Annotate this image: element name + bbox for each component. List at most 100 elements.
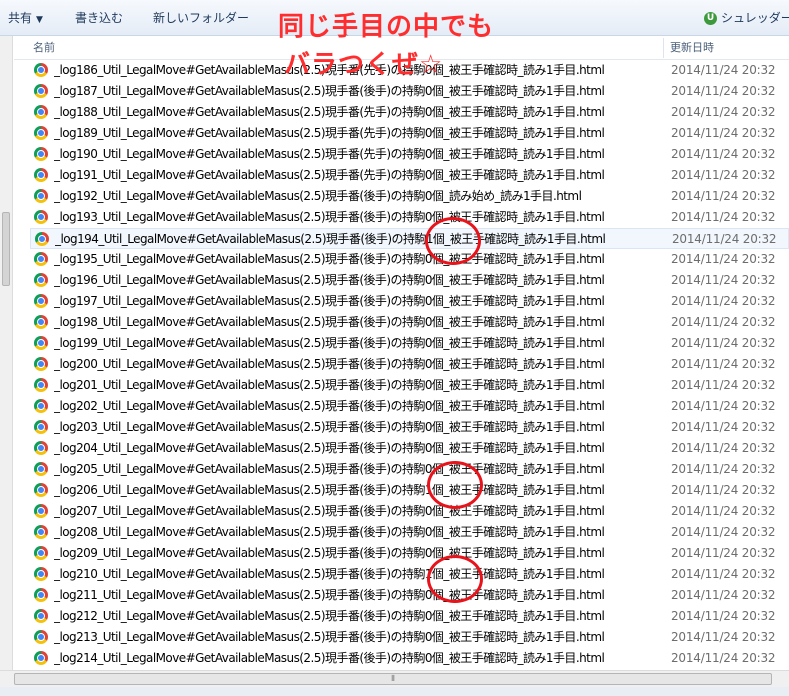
file-row[interactable]: _log203_Util_LegalMove#GetAvailableMasus… [30, 417, 789, 438]
file-name: _log208_Util_LegalMove#GetAvailableMasus… [54, 525, 605, 539]
chrome-html-file-icon [34, 588, 48, 602]
file-date-modified: 2014/11/24 20:32 [671, 210, 776, 224]
file-name: _log212_Util_LegalMove#GetAvailableMasus… [54, 609, 605, 623]
chrome-html-file-icon [34, 273, 48, 287]
shredder-button[interactable]: U シュレッダー [704, 0, 789, 36]
chrome-html-file-icon [34, 126, 48, 140]
file-name: _log201_Util_LegalMove#GetAvailableMasus… [54, 378, 605, 392]
file-date-modified: 2014/11/24 20:32 [671, 315, 776, 329]
file-row[interactable]: _log194_Util_LegalMove#GetAvailableMasus… [30, 228, 789, 249]
file-name: _log196_Util_LegalMove#GetAvailableMasus… [54, 273, 605, 287]
file-row[interactable]: _log202_Util_LegalMove#GetAvailableMasus… [30, 396, 789, 417]
file-name: _log192_Util_LegalMove#GetAvailableMasus… [54, 189, 582, 203]
chrome-html-file-icon [34, 294, 48, 308]
file-name: _log204_Util_LegalMove#GetAvailableMasus… [54, 441, 605, 455]
file-name: _log202_Util_LegalMove#GetAvailableMasus… [54, 399, 605, 413]
file-date-modified: 2014/11/24 20:32 [671, 504, 776, 518]
file-row[interactable]: _log213_Util_LegalMove#GetAvailableMasus… [30, 627, 789, 648]
file-name: _log198_Util_LegalMove#GetAvailableMasus… [54, 315, 605, 329]
chrome-html-file-icon [34, 441, 48, 455]
highlight-circle [427, 461, 483, 509]
file-row[interactable]: _log188_Util_LegalMove#GetAvailableMasus… [30, 102, 789, 123]
chrome-html-file-icon [34, 546, 48, 560]
new-folder-button[interactable]: 新しいフォルダー [153, 0, 249, 36]
file-row[interactable]: _log195_Util_LegalMove#GetAvailableMasus… [30, 249, 789, 270]
chrome-html-file-icon [34, 105, 48, 119]
file-name: _log195_Util_LegalMove#GetAvailableMasus… [54, 252, 605, 266]
annotation-line-1: 同じ手目の中でも [278, 12, 495, 42]
chrome-html-file-icon [34, 651, 48, 665]
file-date-modified: 2014/11/24 20:32 [671, 378, 776, 392]
chrome-html-file-icon [34, 609, 48, 623]
file-row[interactable]: _log209_Util_LegalMove#GetAvailableMasus… [30, 543, 789, 564]
file-row[interactable]: _log192_Util_LegalMove#GetAvailableMasus… [30, 186, 789, 207]
file-name: _log200_Util_LegalMove#GetAvailableMasus… [54, 357, 605, 371]
file-name: _log211_Util_LegalMove#GetAvailableMasus… [54, 588, 605, 602]
file-row[interactable]: _log197_Util_LegalMove#GetAvailableMasus… [30, 291, 789, 312]
chrome-html-file-icon [34, 147, 48, 161]
file-row[interactable]: _log208_Util_LegalMove#GetAvailableMasus… [30, 522, 789, 543]
file-name: _log207_Util_LegalMove#GetAvailableMasus… [54, 504, 605, 518]
share-label: 共有 [8, 11, 33, 25]
file-row[interactable]: _log198_Util_LegalMove#GetAvailableMasus… [30, 312, 789, 333]
file-row[interactable]: _log211_Util_LegalMove#GetAvailableMasus… [30, 585, 789, 606]
file-row[interactable]: _log193_Util_LegalMove#GetAvailableMasus… [30, 207, 789, 228]
file-row[interactable]: _log204_Util_LegalMove#GetAvailableMasus… [30, 438, 789, 459]
file-date-modified: 2014/11/24 20:32 [671, 273, 776, 287]
file-row[interactable]: _log205_Util_LegalMove#GetAvailableMasus… [30, 459, 789, 480]
chrome-html-file-icon [34, 462, 48, 476]
file-row[interactable]: _log210_Util_LegalMove#GetAvailableMasus… [30, 564, 789, 585]
file-date-modified: 2014/11/24 20:32 [671, 126, 776, 140]
date-column-header[interactable]: 更新日時 [670, 36, 714, 60]
chrome-html-file-icon [34, 84, 48, 98]
file-date-modified: 2014/11/24 20:32 [671, 525, 776, 539]
file-row[interactable]: _log187_Util_LegalMove#GetAvailableMasus… [30, 81, 789, 102]
chrome-html-file-icon [34, 210, 48, 224]
file-name: _log199_Util_LegalMove#GetAvailableMasus… [54, 336, 605, 350]
file-date-modified: 2014/11/24 20:32 [671, 588, 776, 602]
file-name: _log191_Util_LegalMove#GetAvailableMasus… [54, 168, 605, 182]
chrome-html-file-icon [34, 252, 48, 266]
file-date-modified: 2014/11/24 20:32 [671, 357, 776, 371]
file-row[interactable]: _log189_Util_LegalMove#GetAvailableMasus… [30, 123, 789, 144]
file-name: _log190_Util_LegalMove#GetAvailableMasus… [54, 147, 605, 161]
burn-label: 書き込む [75, 11, 124, 25]
file-row[interactable]: _log214_Util_LegalMove#GetAvailableMasus… [30, 648, 789, 669]
file-row[interactable]: _log212_Util_LegalMove#GetAvailableMasus… [30, 606, 789, 627]
file-date-modified: 2014/11/24 20:32 [671, 294, 776, 308]
file-row[interactable]: _log206_Util_LegalMove#GetAvailableMasus… [30, 480, 789, 501]
chrome-html-file-icon [34, 567, 48, 581]
file-date-modified: 2014/11/24 20:32 [671, 420, 776, 434]
highlight-circle [427, 555, 483, 603]
nav-pane-scroll-thumb[interactable] [2, 212, 10, 286]
file-date-modified: 2014/11/24 20:32 [671, 546, 776, 560]
file-date-modified: 2014/11/24 20:32 [671, 567, 776, 581]
file-row[interactable]: _log191_Util_LegalMove#GetAvailableMasus… [30, 165, 789, 186]
file-row[interactable]: _log201_Util_LegalMove#GetAvailableMasus… [30, 375, 789, 396]
file-date-modified: 2014/11/24 20:32 [671, 189, 776, 203]
file-name: _log213_Util_LegalMove#GetAvailableMasus… [54, 630, 605, 644]
name-column-header[interactable]: 名前 [33, 36, 55, 60]
shredder-icon: U [704, 12, 717, 25]
horizontal-scroll-thumb[interactable]: ⦀ [14, 673, 772, 685]
file-row[interactable]: _log196_Util_LegalMove#GetAvailableMasus… [30, 270, 789, 291]
horizontal-scrollbar[interactable]: ⦀ [0, 670, 789, 687]
nav-pane-scrollbar[interactable] [0, 36, 13, 670]
file-name: _log189_Util_LegalMove#GetAvailableMasus… [54, 126, 605, 140]
file-row[interactable]: _log199_Util_LegalMove#GetAvailableMasus… [30, 333, 789, 354]
column-divider[interactable] [663, 38, 664, 58]
burn-button[interactable]: 書き込む [75, 0, 123, 36]
chrome-html-file-icon [34, 630, 48, 644]
highlight-circle [425, 217, 481, 265]
file-row[interactable]: _log190_Util_LegalMove#GetAvailableMasus… [30, 144, 789, 165]
file-date-modified: 2014/11/24 20:32 [671, 462, 776, 476]
file-date-modified: 2014/11/24 20:32 [671, 84, 776, 98]
share-menu-button[interactable]: 共有 ▼ [8, 0, 43, 36]
chrome-html-file-icon [34, 168, 48, 182]
file-date-modified: 2014/11/24 20:32 [671, 441, 776, 455]
file-row[interactable]: _log207_Util_LegalMove#GetAvailableMasus… [30, 501, 789, 522]
file-row[interactable]: _log200_Util_LegalMove#GetAvailableMasus… [30, 354, 789, 375]
file-name: _log206_Util_LegalMove#GetAvailableMasus… [54, 483, 605, 497]
file-date-modified: 2014/11/24 20:32 [671, 651, 776, 665]
file-name: _log197_Util_LegalMove#GetAvailableMasus… [54, 294, 605, 308]
